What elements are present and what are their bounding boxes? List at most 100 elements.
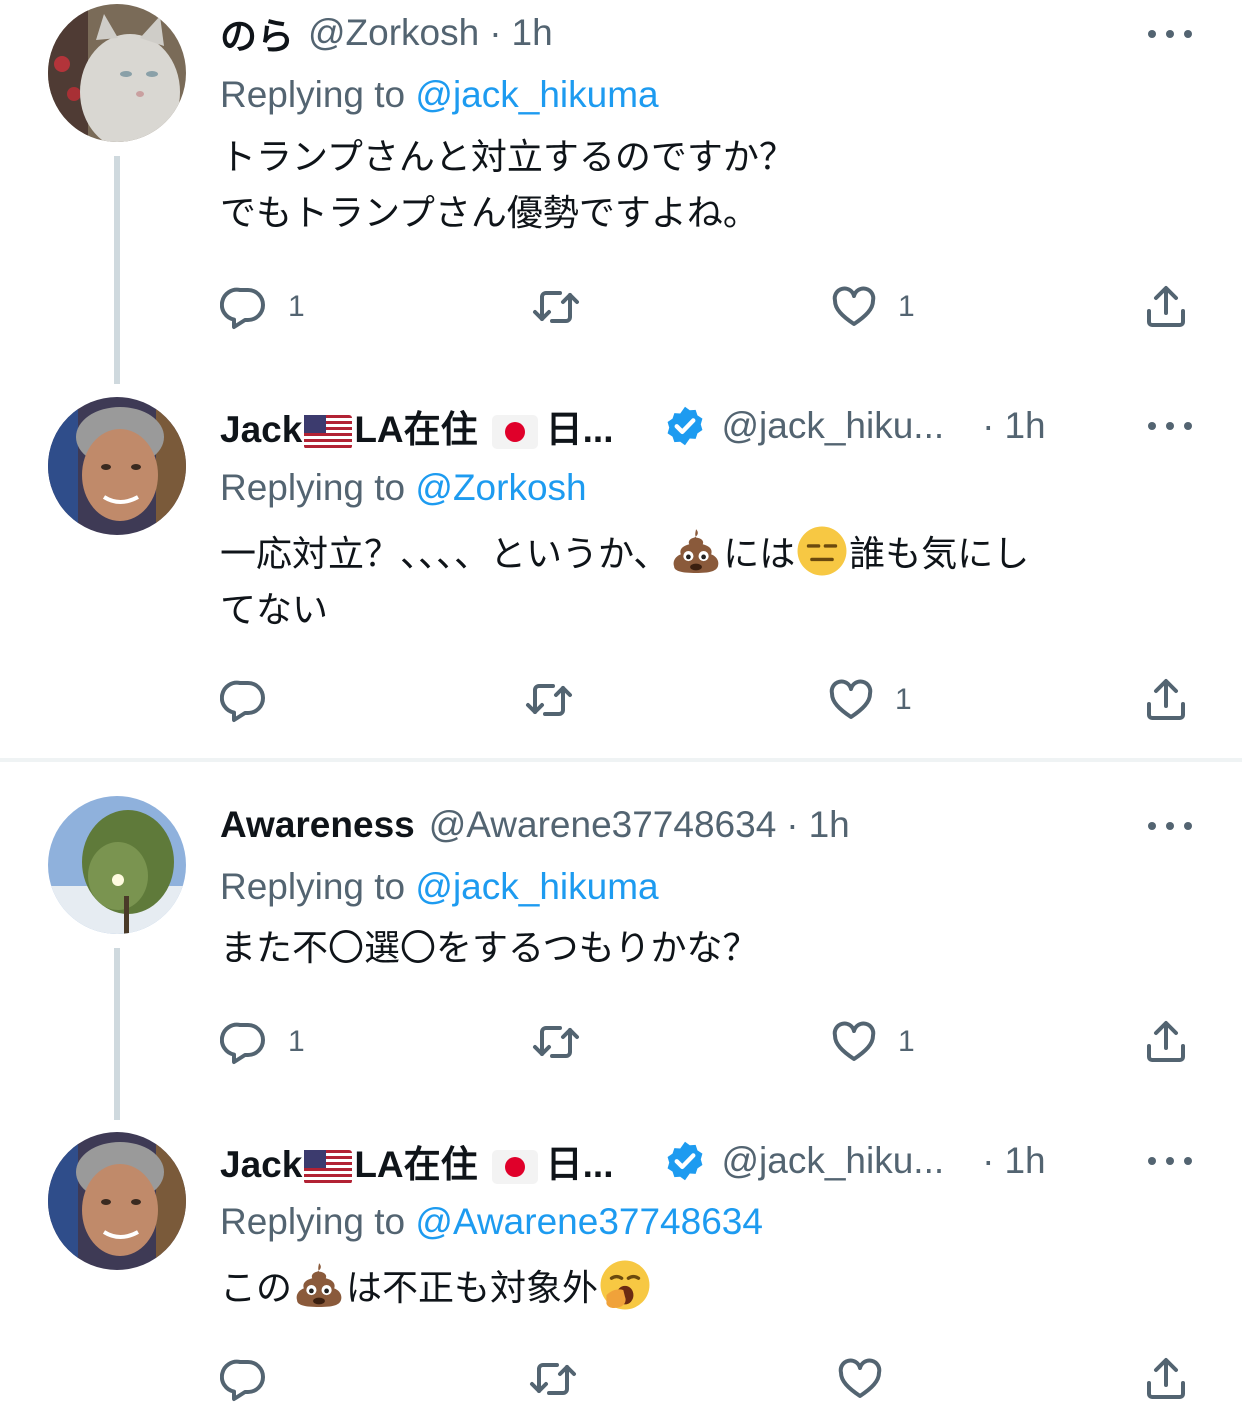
- avatar[interactable]: [48, 796, 186, 934]
- separator-dot: ·: [982, 1140, 995, 1181]
- verified-badge-icon: [663, 1139, 707, 1183]
- display-name-tail: 日...: [545, 409, 614, 450]
- avatar[interactable]: [48, 4, 186, 142]
- action-bar: 1 1: [0, 1017, 1242, 1067]
- share-button[interactable]: [1142, 282, 1190, 332]
- more-icon[interactable]: [1146, 14, 1194, 54]
- like-icon: [830, 283, 878, 331]
- jp-flag-icon: [491, 1150, 538, 1185]
- reply-icon: [220, 676, 268, 724]
- retweet-button[interactable]: [532, 282, 600, 332]
- replying-label: Replying to: [220, 1201, 416, 1242]
- replying-label: Replying to: [220, 467, 416, 508]
- like-icon: [830, 1018, 878, 1066]
- like-count: 1: [898, 290, 915, 323]
- verified-badge-icon: [663, 404, 707, 448]
- like-button[interactable]: [836, 1354, 904, 1404]
- action-bar: [0, 1354, 1242, 1404]
- like-button[interactable]: 1: [830, 1017, 915, 1067]
- like-button[interactable]: 1: [827, 675, 912, 725]
- separator-dot: ·: [982, 405, 995, 446]
- display-name[interactable]: Jack LA在住 日...: [220, 399, 613, 453]
- tweet-text-segment: この: [220, 1268, 293, 1309]
- tweet-text-line: トランプさんと対立するのですか？: [220, 137, 795, 178]
- like-button[interactable]: 1: [830, 282, 915, 332]
- replying-to: Replying to @Awarene37748634: [220, 1201, 763, 1243]
- tweet-header: Jack LA在住 日... @jack_hiku... · 1h: [220, 401, 1046, 451]
- tweet-text-segment: 一応対立？、、、、というか、: [220, 534, 670, 575]
- replying-to: Replying to @Zorkosh: [220, 467, 587, 509]
- display-name-text: Jack: [220, 409, 303, 450]
- avatar[interactable]: [48, 1132, 186, 1270]
- share-button[interactable]: [1142, 675, 1190, 725]
- display-name-suffix: LA在住: [354, 1144, 478, 1185]
- username[interactable]: @jack_hiku...: [721, 405, 944, 447]
- replying-to: Replying to @jack_hikuma: [220, 866, 659, 908]
- reply-button[interactable]: [220, 1354, 288, 1404]
- username[interactable]: @Awarene37748634: [429, 804, 777, 846]
- separator-dot: ·: [786, 804, 799, 845]
- display-name-text: Jack: [220, 1144, 303, 1185]
- reply-count: 1: [288, 290, 305, 323]
- mention-link[interactable]: @Awarene37748634: [415, 1201, 763, 1242]
- poop-emoji: [669, 524, 723, 578]
- tweet-text-line: でもトランプさん優勢ですよね。: [220, 193, 759, 234]
- action-bar: 1 1: [0, 282, 1242, 332]
- reply-button[interactable]: 1: [220, 1017, 305, 1067]
- mention-link[interactable]: @jack_hikuma: [415, 74, 658, 115]
- tweet-text-segment: には: [723, 534, 796, 575]
- jp-flag-icon: [491, 415, 538, 450]
- action-bar: 1: [0, 675, 1242, 725]
- display-name[interactable]: Awareness: [220, 804, 415, 846]
- retweet-button[interactable]: [529, 1354, 597, 1404]
- share-icon: [1142, 676, 1190, 724]
- retweet-button[interactable]: [525, 675, 593, 725]
- reply-count: 1: [288, 1025, 305, 1058]
- display-name[interactable]: のら: [220, 6, 294, 60]
- reply-icon: [220, 283, 268, 331]
- like-count: 1: [898, 1025, 915, 1058]
- like-icon: [836, 1355, 884, 1403]
- tweet-text: トランプさんと対立するのですか？ でもトランプさん優勢ですよね。: [220, 130, 1180, 242]
- share-button[interactable]: [1142, 1354, 1190, 1404]
- separator-dot: ·: [489, 12, 502, 53]
- timestamp[interactable]: 1h: [1004, 405, 1045, 447]
- share-icon: [1142, 283, 1190, 331]
- display-name-tail: 日...: [545, 1144, 614, 1185]
- tweet-text-line: また不〇選〇をするつもりかな？: [220, 928, 759, 969]
- display-name[interactable]: Jack LA在住 日...: [220, 1134, 613, 1188]
- tweet-text: また不〇選〇をするつもりかな？: [220, 921, 1180, 977]
- timestamp[interactable]: 1h: [512, 12, 553, 54]
- replying-label: Replying to: [220, 866, 416, 907]
- like-icon: [827, 676, 875, 724]
- display-name-suffix: LA在住: [354, 409, 478, 450]
- thread-line: [114, 156, 120, 384]
- reply-button[interactable]: [220, 675, 288, 725]
- username[interactable]: @Zorkosh: [308, 12, 479, 54]
- mention-link[interactable]: @Zorkosh: [415, 467, 586, 508]
- username[interactable]: @jack_hiku...: [721, 1140, 944, 1182]
- share-button[interactable]: [1142, 1017, 1190, 1067]
- replying-to: Replying to @jack_hikuma: [220, 74, 659, 116]
- reply-button[interactable]: 1: [220, 282, 305, 332]
- tweet-text: 一応対立？、、、、というか、 には 誰も気にし てない: [220, 524, 1180, 639]
- retweet-icon: [525, 676, 573, 724]
- mention-link[interactable]: @jack_hikuma: [415, 866, 658, 907]
- more-icon[interactable]: [1146, 1141, 1194, 1181]
- timestamp[interactable]: 1h: [809, 804, 850, 846]
- tweet-header: Awareness @Awarene37748634 · 1h: [220, 800, 850, 850]
- like-count: 1: [895, 683, 912, 716]
- tweet-text-line: てない: [220, 590, 329, 631]
- avatar[interactable]: [48, 397, 186, 535]
- more-icon[interactable]: [1146, 406, 1194, 446]
- tweet-text-segment: は不正も対象外: [346, 1268, 599, 1309]
- timestamp[interactable]: 1h: [1004, 1140, 1045, 1182]
- retweet-icon: [532, 1018, 580, 1066]
- yawning-emoji: [598, 1258, 652, 1312]
- expressionless-emoji: [795, 524, 849, 578]
- us-flag-icon: [304, 415, 353, 450]
- retweet-button[interactable]: [532, 1017, 600, 1067]
- more-icon[interactable]: [1146, 806, 1194, 846]
- reply-icon: [220, 1018, 268, 1066]
- tweet-text: この は不正も対象外: [220, 1258, 1180, 1317]
